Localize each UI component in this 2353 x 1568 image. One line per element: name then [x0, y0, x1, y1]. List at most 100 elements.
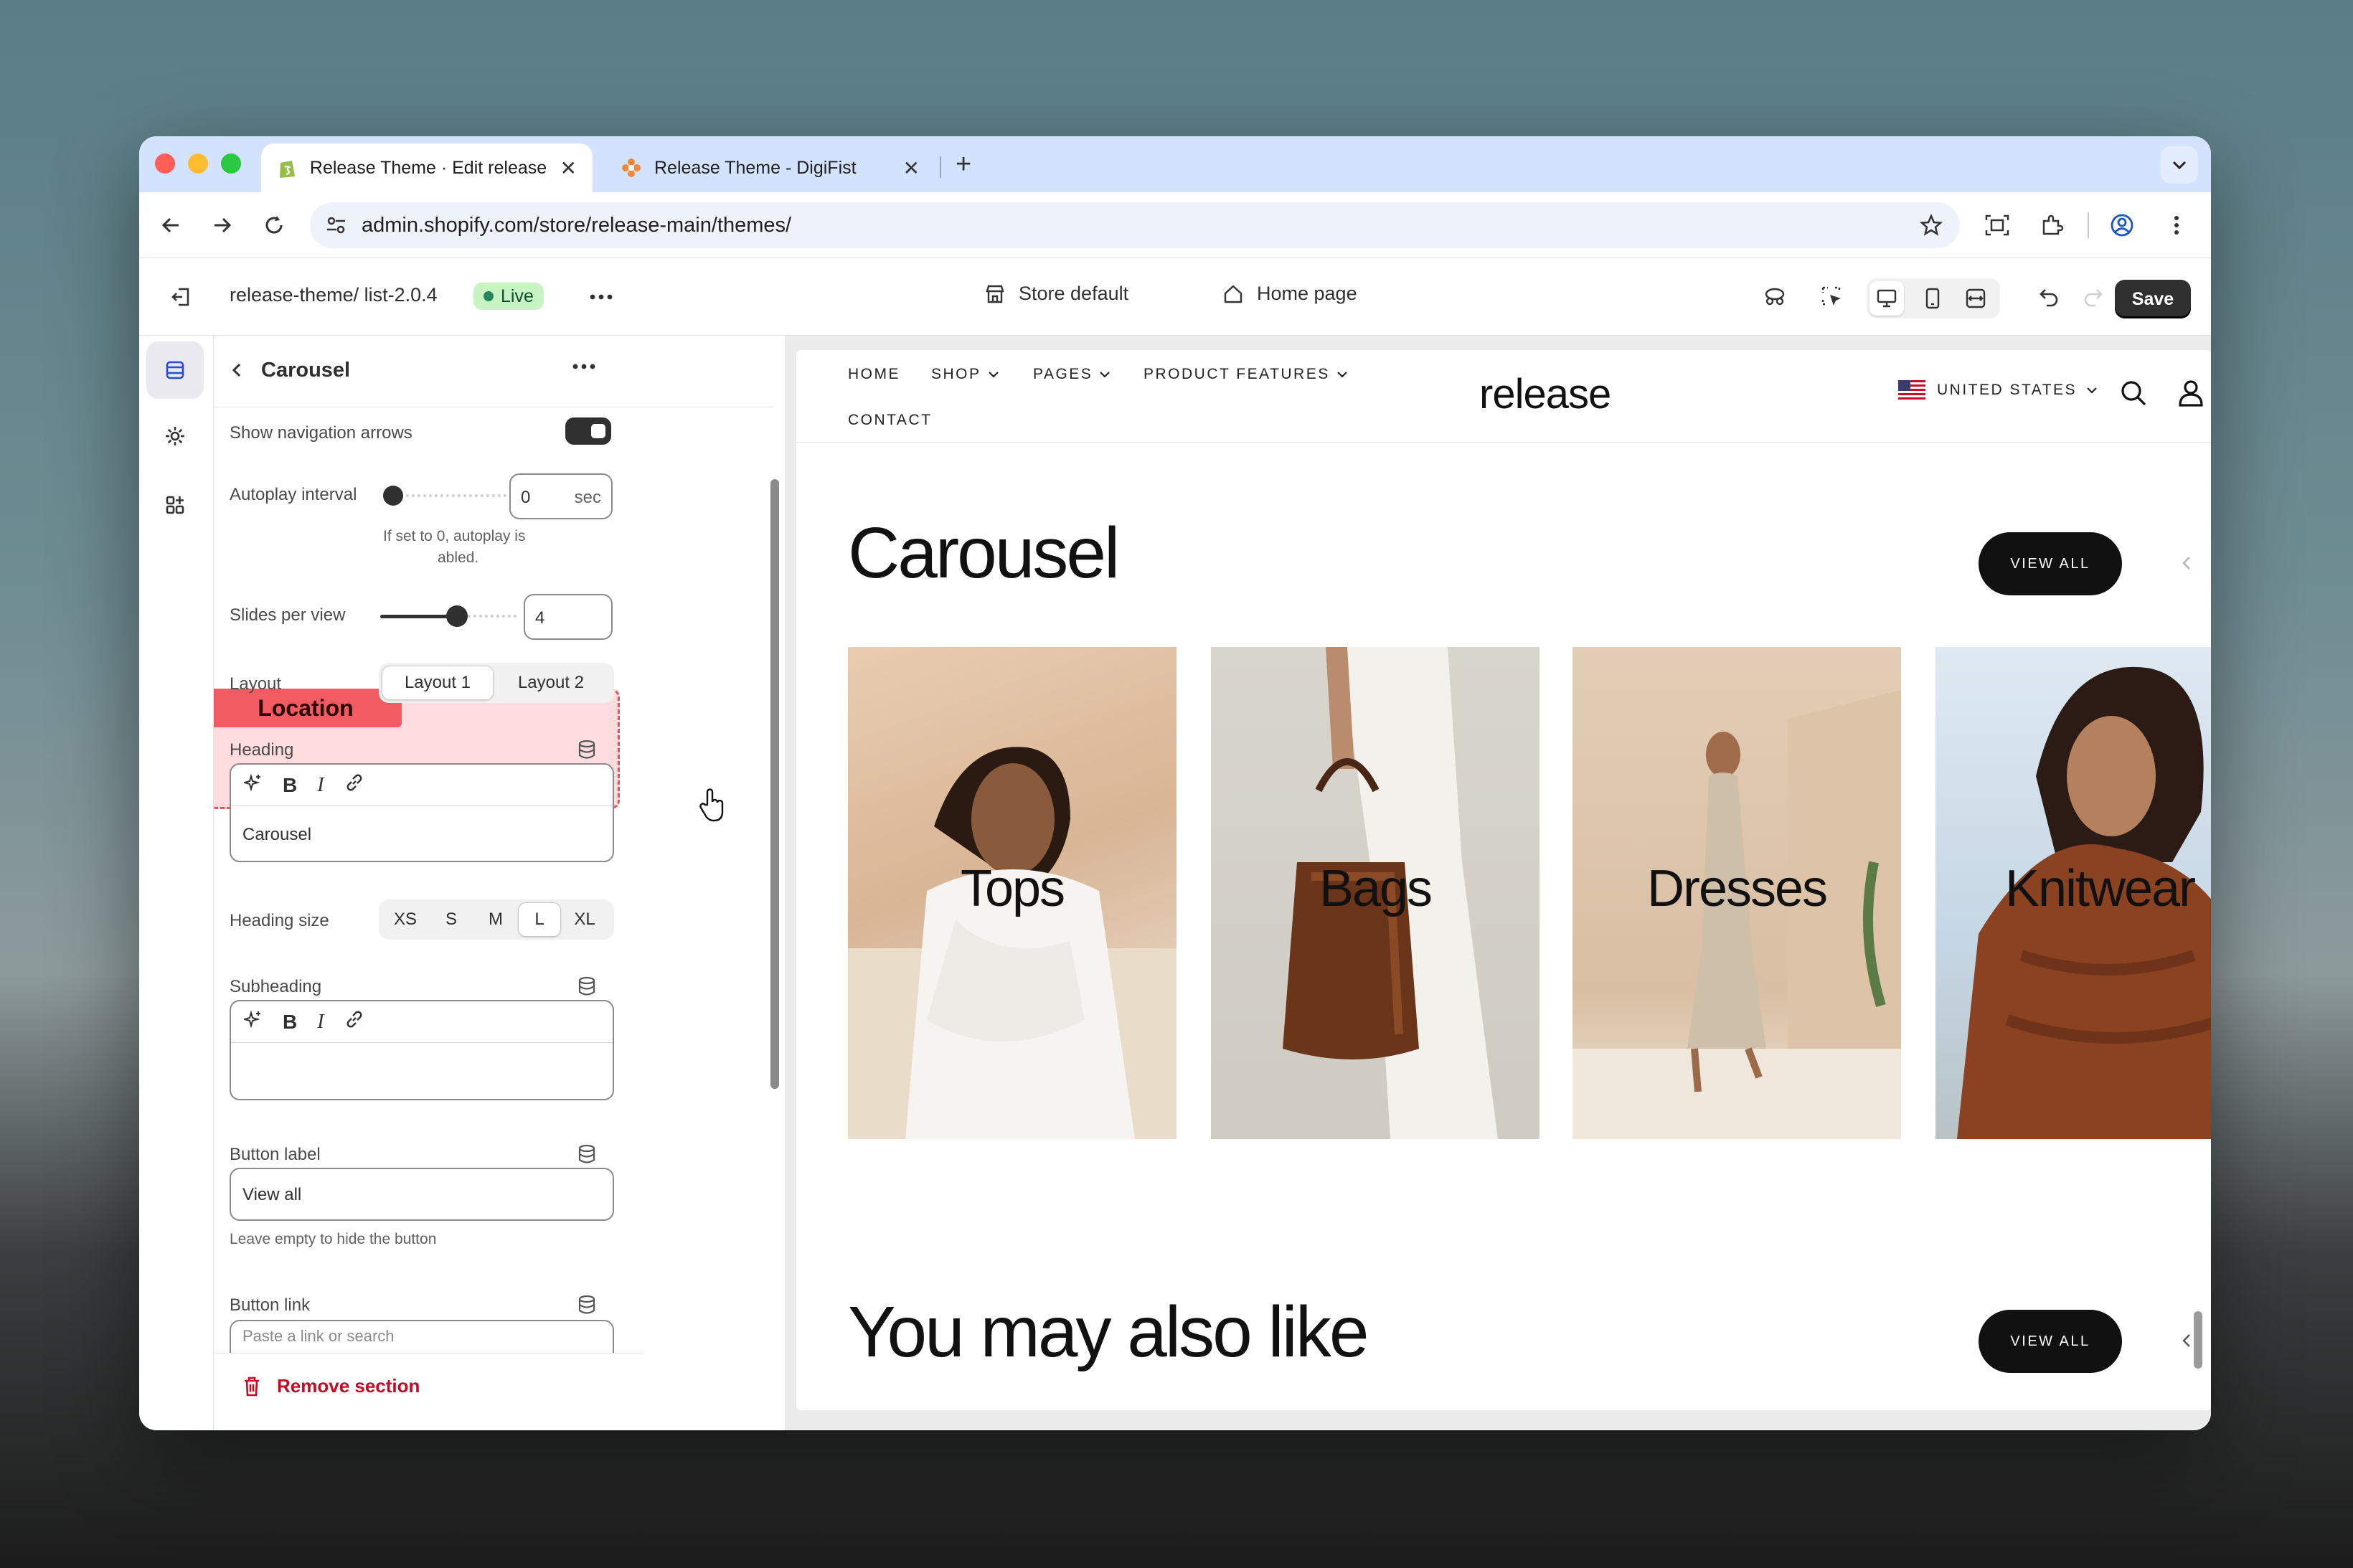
- minimize-window-button[interactable]: [188, 154, 208, 174]
- undo-icon: [2040, 289, 2058, 307]
- back-button[interactable]: [154, 208, 188, 242]
- incognito-icon: [1765, 288, 1785, 306]
- nav-pages[interactable]: PAGES: [1033, 366, 1111, 383]
- reload-button[interactable]: [257, 208, 291, 242]
- tab-release-theme-digifist[interactable]: Release Theme - DigiFist ✕: [605, 143, 935, 192]
- dynamic-source-icon[interactable]: [577, 1294, 597, 1319]
- browser-menu-icon[interactable]: [2159, 208, 2194, 242]
- slides-per-view-input[interactable]: 4: [524, 594, 613, 640]
- bold-icon[interactable]: B: [283, 774, 297, 797]
- nav-shop-label: SHOP: [931, 366, 981, 382]
- exit-editor-button[interactable]: [164, 280, 198, 314]
- country-selector[interactable]: UNITED STATES: [1898, 380, 2098, 400]
- extensions-icon[interactable]: [2034, 208, 2069, 242]
- ai-sparkle-icon[interactable]: [242, 1010, 263, 1034]
- tab-release-theme-edit[interactable]: Release Theme · Edit release ✕: [261, 143, 593, 192]
- button-link-placeholder: Paste a link or search: [242, 1327, 395, 1345]
- link-icon[interactable]: [344, 773, 364, 798]
- sections-nav-button[interactable]: [146, 341, 204, 399]
- nav-home[interactable]: HOME: [848, 366, 900, 383]
- slides-per-view-slider[interactable]: [380, 604, 517, 628]
- more-horizontal-icon[interactable]: [572, 360, 595, 373]
- heading-size-label: Heading size: [230, 911, 329, 930]
- new-tab-button[interactable]: +: [956, 151, 971, 178]
- button-label-input[interactable]: View all: [230, 1168, 614, 1221]
- close-window-button[interactable]: [155, 154, 175, 174]
- store-selector-label: Store default: [1019, 283, 1129, 304]
- heading-size-s[interactable]: S: [429, 902, 473, 937]
- apps-nav-button[interactable]: [146, 476, 204, 534]
- dynamic-source-icon[interactable]: [577, 976, 597, 1001]
- heading-value[interactable]: Carousel: [242, 825, 311, 845]
- search-icon[interactable]: [2119, 379, 2148, 411]
- maximize-window-button[interactable]: [221, 154, 241, 174]
- apps-mask-button[interactable]: [1758, 280, 1792, 314]
- heading-size-xs[interactable]: XS: [382, 902, 429, 937]
- panel-scrollbar[interactable]: [770, 479, 779, 1089]
- layout-option-1[interactable]: Layout 1: [382, 666, 494, 700]
- panel-footer: Remove section: [214, 1353, 644, 1430]
- inspector-button[interactable]: [1815, 280, 1849, 314]
- forward-button[interactable]: [205, 208, 240, 242]
- dynamic-source-icon[interactable]: [577, 1143, 597, 1168]
- carousel-prev-chevron-icon[interactable]: [2179, 552, 2194, 577]
- card-label-dresses: Dresses: [1646, 860, 1828, 917]
- page-selector[interactable]: Home page: [1222, 283, 1357, 305]
- tab-search-button[interactable]: [2161, 146, 2198, 184]
- account-icon[interactable]: [2177, 379, 2205, 411]
- url-bar[interactable]: admin.shopify.com/store/release-main/the…: [310, 202, 1960, 248]
- slides-per-view-value: 4: [535, 608, 545, 628]
- recommendations-view-all-button[interactable]: VIEW ALL: [1979, 1310, 2122, 1373]
- carousel-view-all-button[interactable]: VIEW ALL: [1979, 532, 2122, 595]
- more-horizontal-icon: [590, 294, 613, 300]
- theme-settings-nav-button[interactable]: [146, 407, 204, 465]
- dynamic-source-icon[interactable]: [577, 739, 597, 764]
- autoplay-slider[interactable]: [383, 485, 506, 506]
- show-arrows-toggle[interactable]: [565, 417, 611, 445]
- italic-icon[interactable]: I: [317, 774, 324, 797]
- fullscreen-view-button[interactable]: [1958, 281, 1993, 316]
- autoplay-input[interactable]: 0 sec: [509, 473, 613, 519]
- heading-size-l[interactable]: L: [518, 902, 561, 937]
- mobile-view-button[interactable]: [1915, 281, 1950, 316]
- collection-card-knitwear[interactable]: Knitwear: [1935, 647, 2211, 1139]
- heading-size-xl[interactable]: XL: [561, 902, 608, 937]
- collection-card-bags[interactable]: Bags: [1211, 647, 1539, 1139]
- store-selector[interactable]: Store default: [984, 283, 1128, 305]
- profile-icon[interactable]: [2105, 208, 2139, 242]
- redo-button[interactable]: [2076, 280, 2111, 314]
- toolbar-divider: [2088, 212, 2089, 238]
- trash-icon: [245, 1376, 259, 1396]
- desktop-view-button[interactable]: [1869, 281, 1904, 316]
- chevron-down-icon: [988, 372, 999, 378]
- heading-size-m[interactable]: M: [473, 902, 518, 937]
- collection-card-tops[interactable]: Tops: [848, 647, 1176, 1139]
- store-logo[interactable]: release: [1479, 370, 1611, 418]
- screenshot-icon[interactable]: [1980, 208, 2014, 242]
- preview-scrollbar[interactable]: [2194, 1311, 2202, 1369]
- digifist-icon: [621, 157, 641, 179]
- recommendations-heading: You may also like: [848, 1292, 1369, 1372]
- recommendations-prev-chevron-icon[interactable]: [2179, 1330, 2194, 1355]
- site-settings-icon[interactable]: [326, 215, 347, 239]
- theme-actions-button[interactable]: [584, 280, 618, 314]
- back-chevron-icon[interactable]: [230, 360, 244, 384]
- select-cursor-icon: [1821, 286, 1841, 306]
- remove-section-button[interactable]: Remove section: [242, 1375, 420, 1397]
- collection-card-dresses[interactable]: Dresses: [1572, 647, 1901, 1139]
- bookmark-star-icon[interactable]: [1919, 213, 1943, 240]
- bold-icon[interactable]: B: [283, 1011, 297, 1034]
- arrow-right-icon: [214, 217, 232, 233]
- close-tab-icon[interactable]: ✕: [560, 156, 577, 180]
- layout-option-2[interactable]: Layout 2: [494, 666, 608, 700]
- undo-button[interactable]: [2032, 280, 2066, 314]
- nav-shop[interactable]: SHOP: [931, 366, 1000, 383]
- ai-sparkle-icon[interactable]: [242, 773, 263, 797]
- link-icon[interactable]: [344, 1009, 364, 1034]
- italic-icon[interactable]: I: [317, 1011, 324, 1034]
- nav-product-features[interactable]: PRODUCT FEATURES: [1144, 366, 1349, 383]
- preview-area: HOME SHOP PAGES PRODUCT FEATURES CONTACT…: [785, 336, 2211, 1430]
- close-tab-icon[interactable]: ✕: [903, 156, 920, 180]
- save-button[interactable]: Save: [2115, 280, 2191, 318]
- nav-contact[interactable]: CONTACT: [848, 412, 932, 429]
